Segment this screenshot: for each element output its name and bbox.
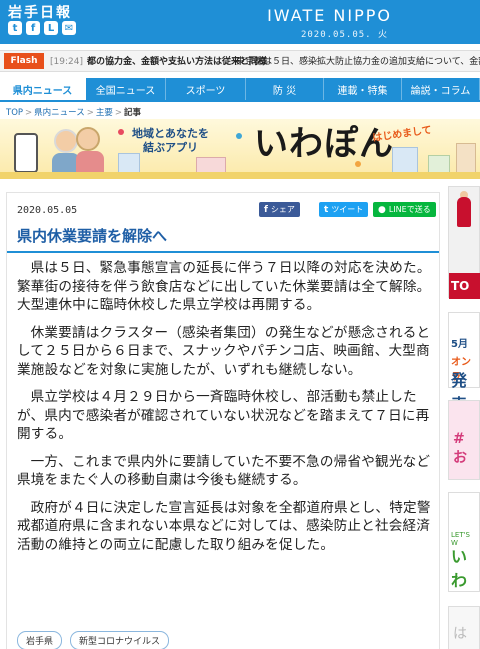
share-twitter-label: ツイート (331, 205, 364, 214)
line-icon[interactable]: L (44, 21, 58, 35)
share-line-button[interactable]: ● LINEで送る (373, 202, 436, 217)
share-line-label: LINEで送る (388, 205, 431, 214)
site-logo[interactable]: 岩手日報 (8, 2, 72, 22)
banner-house (456, 143, 476, 173)
banner-tagline-line2: 結ぶアプリ (143, 141, 198, 154)
banner-person-body (76, 151, 104, 173)
ad-4-text: いわ (451, 547, 468, 590)
share-facebook-label: シェア (270, 205, 295, 214)
article-paragraph: 県立学校は４月２９日から一斉臨時休校し、部活動も禁止したが、県内で感染者が確認さ… (17, 389, 430, 442)
social-links: t f L ✉ (8, 21, 76, 35)
flash-headline-2[interactable]: 東京都は５日、感染拡大防止協力金の追加支給について、金額や支払い方法 (236, 54, 480, 67)
breadcrumb-news[interactable]: 県内ニュース (34, 108, 85, 118)
nav-tab-features[interactable]: 連載・特集 (324, 78, 402, 100)
banner-decoration (118, 129, 124, 135)
banner-tagline-line1: 地域とあなたを (132, 127, 209, 140)
article-paragraph: 一方、これまで県内外に要請していた不要不急の帰省や観光など県境をまたぐ人の移動自… (17, 453, 431, 489)
ad-banner-5[interactable]: は (448, 606, 480, 649)
ad-3-text: # お (453, 431, 467, 466)
breadcrumb-top[interactable]: TOP (6, 108, 23, 118)
nav-tab-editorial[interactable]: 論説・コラム (402, 78, 480, 100)
nav-tab-national-news[interactable]: 全国ニュース (86, 78, 166, 100)
banner-decoration (236, 133, 242, 139)
ad-2-line-1: 5月 (451, 339, 468, 350)
ad-banner-4[interactable]: LET'S W いわ (448, 492, 480, 592)
share-facebook-button[interactable]: f シェア (259, 202, 300, 217)
email-icon[interactable]: ✉ (62, 21, 76, 35)
breadcrumb-separator: > (86, 108, 94, 118)
banner-house (392, 147, 418, 173)
header-date: 2020.05.05. 火 (300, 30, 388, 40)
article-paragraph: 政府が４日に決定した宣言延長は対象を全都道府県とし、特定警戒都道府県に含まれない… (17, 499, 431, 553)
main-nav: 県内ニュース 全国ニュース スポーツ 防 災 連載・特集 論説・コラム (0, 78, 480, 100)
banner-person-icon (54, 129, 78, 153)
tag-iwate[interactable]: 岩手県 (17, 631, 63, 649)
nav-divider (0, 100, 480, 102)
article-paragraph: 県は５日、緊急事態宣言の延長に伴う７日以降の対応を決めた。繁華街の接待を伴う飲食… (17, 260, 431, 313)
article-body: 県は５日、緊急事態宣言の延長に伴う７日以降の対応を決めた。繁華街の接待を伴う飲食… (17, 259, 431, 563)
flash-badge: Flash (4, 53, 44, 69)
banner-house (196, 157, 226, 173)
banner-tagline: 地域とあなたを 結ぶアプリ (132, 127, 209, 155)
tag-covid[interactable]: 新型コロナウイルス (70, 631, 170, 649)
brand-name[interactable]: IWATE NIPPO (267, 6, 392, 25)
banner-house (428, 155, 450, 173)
flash-headline-item[interactable]: [19:24] 都の協力金、金額や支払い方法は従来と同様 (50, 54, 267, 67)
breadcrumb-separator: > (25, 108, 33, 118)
banner-house (118, 153, 140, 173)
facebook-icon: f (264, 204, 268, 215)
breadcrumb-separator: > (114, 108, 122, 118)
article-paragraph: 休業要請はクラスター（感染者集団）の発生などが懸念されるとして２５日から６日まで… (17, 324, 431, 378)
breadcrumb: TOP > 県内ニュース > 主要 > 記事 (6, 106, 141, 118)
nav-tab-prefecture-news[interactable]: 県内ニュース (0, 78, 86, 100)
ad-banner-3[interactable]: # お (448, 400, 480, 480)
ad-1-text: TO (449, 273, 480, 299)
breadcrumb-main[interactable]: 主要 (96, 108, 113, 118)
site-header: 岩手日報 t f L ✉ IWATE NIPPO 2020.05.05. 火 (0, 0, 480, 44)
nav-tab-disaster[interactable]: 防 災 (246, 78, 324, 100)
twitter-icon: t (324, 204, 329, 215)
app-banner[interactable]: 地域とあなたを 結ぶアプリ いわぽん はじめまして (0, 119, 480, 179)
ad-person-body (457, 197, 471, 227)
flash-time: [19:24] (50, 57, 83, 67)
twitter-icon[interactable]: t (8, 21, 22, 35)
article: 2020.05.05 f シェア t ツイート ● LINEで送る 県内休業要請… (6, 192, 440, 649)
flash-ticker: Flash [19:24] 都の協力金、金額や支払い方法は従来と同様 東京都は５日… (0, 50, 480, 72)
ad-5-text: は (453, 626, 467, 642)
facebook-icon[interactable]: f (26, 21, 40, 35)
banner-phone-icon (14, 133, 38, 173)
breadcrumb-current: 記事 (123, 108, 141, 118)
banner-ground (0, 172, 480, 179)
ad-banner-2[interactable]: 5月 オンラ 発表 (448, 312, 480, 414)
sidebar-ads: TO 5月 オンラ 発表 # お LET'S W いわ は (448, 186, 480, 649)
article-date: 2020.05.05 (17, 205, 78, 216)
ad-banner-1[interactable]: TO (448, 186, 480, 299)
article-title: 県内休業要請を解除へ (7, 223, 439, 253)
share-twitter-button[interactable]: t ツイート (319, 202, 369, 217)
line-icon: ● (378, 204, 386, 215)
nav-tab-sports[interactable]: スポーツ (166, 78, 246, 100)
article-tags: 岩手県 新型コロナウイルス (17, 631, 170, 649)
banner-person-icon (76, 127, 100, 151)
